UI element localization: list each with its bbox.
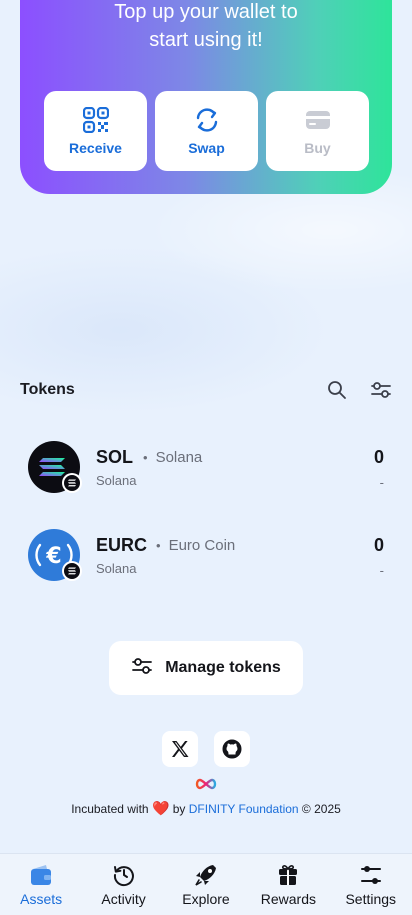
hero-line-2: start using it! <box>149 29 263 51</box>
github-icon[interactable] <box>214 731 250 767</box>
solana-network-badge-icon <box>62 561 82 581</box>
hero-actions: Receive Swap Buy <box>44 91 369 171</box>
token-name: Solana <box>143 449 203 466</box>
footer-copyright: © 2025 <box>301 802 341 816</box>
svg-text:€: € <box>45 544 61 569</box>
token-balance: 0 <box>373 447 384 467</box>
nav-item-assets[interactable]: Assets <box>0 862 82 907</box>
token-usd-value: - <box>379 475 384 490</box>
footer-credits: Incubated with ❤️ by DFINITY Foundation … <box>0 800 412 817</box>
nav-item-rewards[interactable]: Rewards <box>247 862 329 907</box>
nav-label: Assets <box>20 891 63 907</box>
buy-label: Buy <box>304 140 331 156</box>
nav-item-settings[interactable]: Settings <box>330 862 412 907</box>
search-icon[interactable] <box>326 379 348 401</box>
manage-tokens-button[interactable]: Manage tokens <box>109 641 303 695</box>
rocket-icon <box>193 862 219 888</box>
token-name: Euro Coin <box>156 537 236 554</box>
hero-message: Top up your wallet to start using it! <box>20 0 392 54</box>
heart-icon: ❤️ <box>151 800 170 816</box>
dfinity-infinity-logo <box>194 777 218 791</box>
token-usd-value: - <box>379 563 384 578</box>
swap-label: Swap <box>188 140 225 156</box>
bottom-navigation: Assets Activity Explore Rewards Settings <box>0 853 412 915</box>
card-icon <box>304 106 332 134</box>
swap-button[interactable]: Swap <box>155 91 258 171</box>
x-twitter-icon[interactable] <box>162 731 198 767</box>
wallet-hero-card: Top up your wallet to start using it! Re… <box>20 0 392 194</box>
swap-icon <box>193 106 221 134</box>
nav-label: Settings <box>345 891 397 907</box>
nav-item-activity[interactable]: Activity <box>83 862 165 907</box>
social-links <box>162 731 250 767</box>
nav-item-explore[interactable]: Explore <box>165 862 247 907</box>
receive-label: Receive <box>69 140 122 156</box>
token-row-sol[interactable]: SOL Solana Solana 0 - <box>28 441 384 497</box>
qr-code-icon <box>82 106 110 134</box>
wallet-icon <box>28 862 54 888</box>
nav-label: Explore <box>182 891 230 907</box>
token-network: Solana <box>96 473 137 488</box>
tokens-header: Tokens <box>20 376 392 404</box>
token-symbol: SOL <box>96 447 134 467</box>
hero-line-1: Top up your wallet to <box>114 1 298 23</box>
manage-tokens-label: Manage tokens <box>165 659 281 676</box>
buy-button[interactable]: Buy <box>266 91 369 171</box>
footer-by: by <box>172 802 186 816</box>
tokens-title: Tokens <box>20 381 75 398</box>
token-symbol: EURC <box>96 535 148 555</box>
sliders-icon <box>131 656 153 681</box>
receive-button[interactable]: Receive <box>44 91 147 171</box>
token-balance: 0 <box>373 535 384 555</box>
nav-label: Activity <box>101 891 146 907</box>
token-network: Solana <box>96 561 137 576</box>
dfinity-foundation-link[interactable]: DFINITY Foundation <box>189 802 299 816</box>
solana-network-badge-icon <box>62 473 82 493</box>
filter-settings-icon[interactable] <box>370 379 392 401</box>
nav-label: Rewards <box>260 891 316 907</box>
token-row-eurc[interactable]: € EURC Euro Coin Solana 0 - <box>28 529 384 585</box>
settings-sliders-icon <box>358 862 384 888</box>
history-icon <box>111 862 137 888</box>
gift-icon <box>275 862 301 888</box>
tokens-toolbar <box>326 379 392 401</box>
footer-prefix: Incubated with <box>71 802 149 816</box>
